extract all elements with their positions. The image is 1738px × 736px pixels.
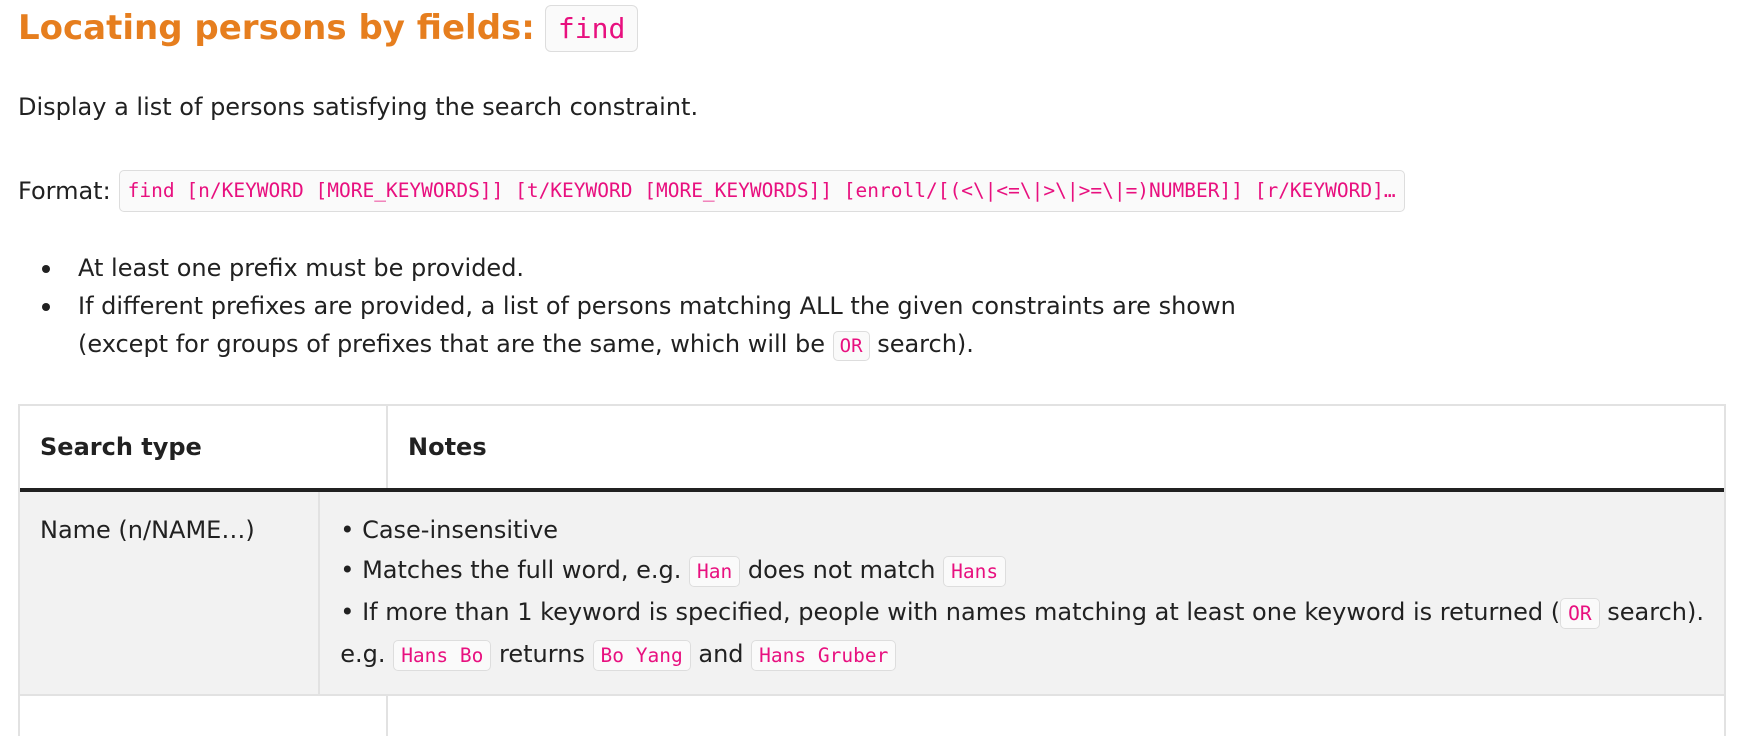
search-type-table: Search type Notes Name (n/NAME…) • Case-…	[18, 404, 1726, 736]
list-item-line1: If different prefixes are provided, a li…	[78, 292, 1236, 320]
cell-search-type: Name (n/NAME…)	[20, 492, 321, 694]
cell-search-type	[20, 696, 388, 736]
list-item-line2-tail: search).	[877, 330, 974, 358]
note-text: • If more than 1 keyword is specified, p…	[340, 598, 1561, 626]
example-code: Hans	[943, 556, 1007, 587]
example-code: Hans Gruber	[751, 640, 897, 671]
or-code: OR	[832, 331, 870, 361]
format-label: Format:	[18, 177, 111, 205]
list-item-line2-text: (except for groups of prefixes that are …	[78, 330, 826, 358]
table-row	[20, 696, 1724, 736]
note-text: returns	[499, 640, 585, 668]
section-heading: Locating persons by fields: find	[18, 0, 639, 56]
list-item-text: At least one prefix must be provided.	[78, 254, 525, 282]
format-paragraph: Format: find [n/KEYWORD [MORE_KEYWORDS]]…	[18, 170, 1405, 212]
note-text: e.g.	[340, 640, 386, 668]
bullet-icon	[42, 303, 50, 311]
list-item: If different prefixes are provided, a li…	[18, 287, 1518, 365]
note-line: • Matches the full word, e.g. Han does n…	[340, 550, 1704, 592]
note-line: • Case-insensitive	[340, 516, 559, 544]
example-code: Bo Yang	[592, 640, 691, 671]
description-paragraph: Display a list of persons satisfying the…	[18, 93, 699, 121]
constraints-list: At least one prefix must be provided. If…	[18, 249, 1518, 365]
header-search-type: Search type	[20, 406, 388, 488]
example-code: Han	[688, 556, 741, 587]
table-row: Name (n/NAME…) • Case-insensitive • Matc…	[20, 492, 1724, 696]
cell-notes: • Case-insensitive • Matches the full wo…	[320, 492, 1724, 694]
note-line: • If more than 1 keyword is specified, p…	[340, 592, 1704, 634]
heading-title: Locating persons by fields:	[18, 8, 535, 48]
note-line: e.g. Hans Bo returns Bo Yang and Hans Gr…	[340, 634, 1704, 676]
header-notes: Notes	[408, 433, 487, 461]
example-code: Hans Bo	[393, 640, 492, 671]
note-text: does not match	[747, 556, 936, 584]
bullet-icon	[42, 265, 50, 273]
or-code: OR	[1560, 598, 1600, 629]
note-text: search).	[1607, 598, 1704, 626]
cell-notes	[388, 696, 1724, 736]
heading-command-code: find	[544, 4, 639, 52]
format-code: find [n/KEYWORD [MORE_KEYWORDS]] [t/KEYW…	[118, 170, 1405, 212]
table-header-row: Search type Notes	[20, 406, 1724, 492]
note-text: • Matches the full word, e.g.	[340, 556, 682, 584]
list-item: At least one prefix must be provided.	[18, 249, 1518, 287]
note-text: and	[698, 640, 744, 668]
